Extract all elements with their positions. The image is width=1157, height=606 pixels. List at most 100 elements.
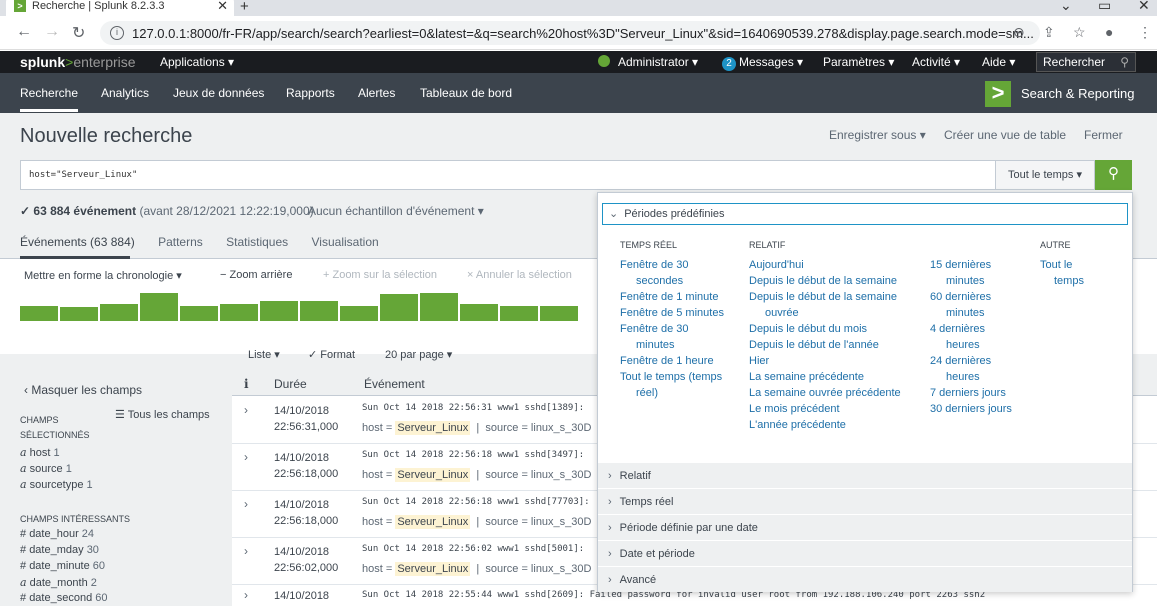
preset-year-to-date[interactable]: Depuis le début de l'année bbox=[749, 337, 879, 353]
run-search-button[interactable]: ⚲ bbox=[1095, 160, 1132, 190]
host-value[interactable]: Serveur_Linux bbox=[395, 468, 471, 482]
zoom-icon[interactable]: ⊖ bbox=[1013, 24, 1025, 41]
timeline-bar[interactable] bbox=[340, 306, 378, 321]
preset-rt-30m[interactable]: Fenêtre de 30 bbox=[620, 321, 689, 337]
nav-item-dashboards[interactable]: Tableaux de bord bbox=[420, 86, 512, 100]
close-tab-icon[interactable]: ✕ bbox=[217, 0, 228, 14]
timeline-bar[interactable] bbox=[420, 293, 458, 321]
field-item[interactable]: a date_month 2 bbox=[20, 576, 97, 589]
timeline-bar[interactable] bbox=[140, 293, 178, 321]
new-tab-icon[interactable]: + bbox=[240, 0, 249, 15]
preset-all-time[interactable]: Tout le bbox=[1040, 257, 1072, 273]
zoom-out-button[interactable]: − Zoom arrière bbox=[220, 269, 292, 281]
close-button[interactable]: Fermer bbox=[1084, 128, 1123, 142]
nav-item-alerts[interactable]: Alertes bbox=[358, 86, 395, 100]
preset-rt-30s-cont[interactable]: secondes bbox=[636, 273, 683, 289]
preset-last-15m[interactable]: 15 dernières bbox=[930, 257, 991, 273]
applications-menu[interactable]: Applications ▾ bbox=[160, 55, 234, 69]
timeline-bar[interactable] bbox=[180, 306, 218, 321]
hide-fields-button[interactable]: ‹ Masquer les champs bbox=[24, 383, 142, 397]
timeline-bar[interactable] bbox=[220, 304, 258, 321]
settings-menu[interactable]: Paramètres ▾ bbox=[823, 55, 894, 69]
all-fields-button[interactable]: ☰ Tous les champs bbox=[115, 408, 210, 421]
preset-previous-month[interactable]: Le mois précédent bbox=[749, 401, 840, 417]
help-menu[interactable]: Aide ▾ bbox=[982, 55, 1015, 69]
preset-previous-business-week[interactable]: La semaine ouvrée précédente bbox=[749, 385, 901, 401]
preset-last-4h[interactable]: 4 dernières bbox=[930, 321, 985, 337]
back-icon[interactable]: ← bbox=[16, 23, 32, 41]
expand-row-icon[interactable]: › bbox=[244, 544, 248, 558]
timeline-bar[interactable] bbox=[300, 301, 338, 321]
timeline-bar[interactable] bbox=[20, 306, 58, 321]
tab-events[interactable]: Événements (63 884) bbox=[20, 235, 135, 249]
source-value[interactable]: source = linux_s_30D bbox=[485, 516, 591, 528]
admin-menu[interactable]: Administrator ▾ bbox=[598, 55, 698, 69]
tab-patterns[interactable]: Patterns bbox=[158, 235, 203, 249]
timeline-bar[interactable] bbox=[60, 307, 98, 321]
section-realtime[interactable]: › Temps réel bbox=[598, 488, 1132, 514]
format-timeline-menu[interactable]: Mettre en forme la chronologie ▾ bbox=[24, 269, 182, 282]
host-value[interactable]: Serveur_Linux bbox=[395, 421, 471, 435]
app-icon[interactable]: > bbox=[985, 81, 1011, 107]
preset-last-60m[interactable]: 60 dernières bbox=[930, 289, 991, 305]
messages-menu[interactable]: 2 Messages ▾ bbox=[722, 55, 803, 71]
format-button[interactable]: ✓ Format bbox=[308, 348, 355, 361]
field-item[interactable]: # date_second 60 bbox=[20, 592, 108, 604]
timeline-bar[interactable] bbox=[540, 306, 578, 321]
section-relative[interactable]: › Relatif bbox=[598, 462, 1132, 488]
preset-rt-1m[interactable]: Fenêtre de 1 minute bbox=[620, 289, 718, 305]
browser-tab[interactable]: > Recherche | Splunk 8.2.3.3 ✕ bbox=[6, 0, 234, 16]
field-item[interactable]: a host 1 bbox=[20, 446, 60, 459]
col-time[interactable]: Durée bbox=[274, 377, 307, 391]
list-view-dropdown[interactable]: Liste ▾ bbox=[248, 348, 280, 361]
timeline-histogram[interactable] bbox=[20, 293, 580, 321]
host-value[interactable]: Serveur_Linux bbox=[395, 515, 471, 529]
preset-rt-all[interactable]: Tout le temps (temps bbox=[620, 369, 722, 385]
preset-previous-year[interactable]: L'année précédente bbox=[749, 417, 846, 433]
preset-all-time-cont[interactable]: temps bbox=[1054, 273, 1084, 289]
field-item[interactable]: # date_mday 30 bbox=[20, 544, 99, 556]
app-name[interactable]: Search & Reporting bbox=[1021, 86, 1134, 101]
top-search-input[interactable]: Rechercher ⚲ bbox=[1036, 52, 1136, 72]
preset-yesterday[interactable]: Hier bbox=[749, 353, 769, 369]
forward-icon[interactable]: → bbox=[44, 23, 60, 41]
timeline-bar[interactable] bbox=[100, 304, 138, 321]
preset-last-15m-cont[interactable]: minutes bbox=[946, 273, 985, 289]
expand-row-icon[interactable]: › bbox=[244, 497, 248, 511]
section-advanced[interactable]: › Avancé bbox=[598, 566, 1132, 592]
time-range-picker[interactable]: Tout le temps ▾ bbox=[995, 160, 1095, 190]
splunk-logo[interactable]: splunk>enterprise bbox=[20, 54, 136, 70]
cancel-selection-button[interactable]: × Annuler la sélection bbox=[467, 269, 572, 281]
nav-item-datasets[interactable]: Jeux de données bbox=[173, 86, 264, 100]
tab-visualization[interactable]: Visualisation bbox=[312, 235, 379, 249]
create-table-view-button[interactable]: Créer une vue de table bbox=[944, 128, 1066, 142]
timeline-bar[interactable] bbox=[260, 301, 298, 321]
timeline-bar[interactable] bbox=[460, 304, 498, 321]
tab-statistics[interactable]: Statistiques bbox=[226, 235, 288, 249]
preset-rt-1h[interactable]: Fenêtre de 1 heure bbox=[620, 353, 714, 369]
preset-business-week-cont[interactable]: ouvrée bbox=[765, 305, 799, 321]
profile-icon[interactable]: ● bbox=[1105, 24, 1113, 40]
presets-section-header[interactable]: ⌄ Périodes prédéfinies bbox=[602, 203, 1128, 225]
reload-icon[interactable]: ↻ bbox=[72, 23, 85, 43]
section-date-range[interactable]: › Période définie par une date bbox=[598, 514, 1132, 540]
preset-rt-all-cont[interactable]: réel) bbox=[636, 385, 658, 401]
timeline-bar[interactable] bbox=[500, 306, 538, 321]
minimize-icon[interactable]: ⌄ bbox=[1060, 0, 1072, 14]
nav-item-reports[interactable]: Rapports bbox=[286, 86, 335, 100]
source-value[interactable]: source = linux_s_30D bbox=[485, 563, 591, 575]
preset-last-24h[interactable]: 24 dernières bbox=[930, 353, 991, 369]
share-icon[interactable]: ⇪ bbox=[1043, 24, 1055, 41]
bookmark-star-icon[interactable]: ☆ bbox=[1073, 24, 1086, 41]
preset-business-week[interactable]: Depuis le début de la semaine bbox=[749, 289, 897, 305]
preset-rt-30m-cont[interactable]: minutes bbox=[636, 337, 675, 353]
preset-rt-30s[interactable]: Fenêtre de 30 bbox=[620, 257, 689, 273]
restore-icon[interactable]: ▭ bbox=[1098, 0, 1111, 14]
field-item[interactable]: # date_minute 60 bbox=[20, 560, 105, 572]
save-as-button[interactable]: Enregistrer sous ▾ bbox=[829, 128, 926, 142]
preset-last-30d[interactable]: 30 derniers jours bbox=[930, 401, 1012, 417]
timeline-bar[interactable] bbox=[380, 294, 418, 321]
search-query-input[interactable]: host="Serveur_Linux" bbox=[20, 160, 996, 190]
per-page-dropdown[interactable]: 20 par page ▾ bbox=[385, 348, 452, 361]
preset-today[interactable]: Aujourd'hui bbox=[749, 257, 804, 273]
